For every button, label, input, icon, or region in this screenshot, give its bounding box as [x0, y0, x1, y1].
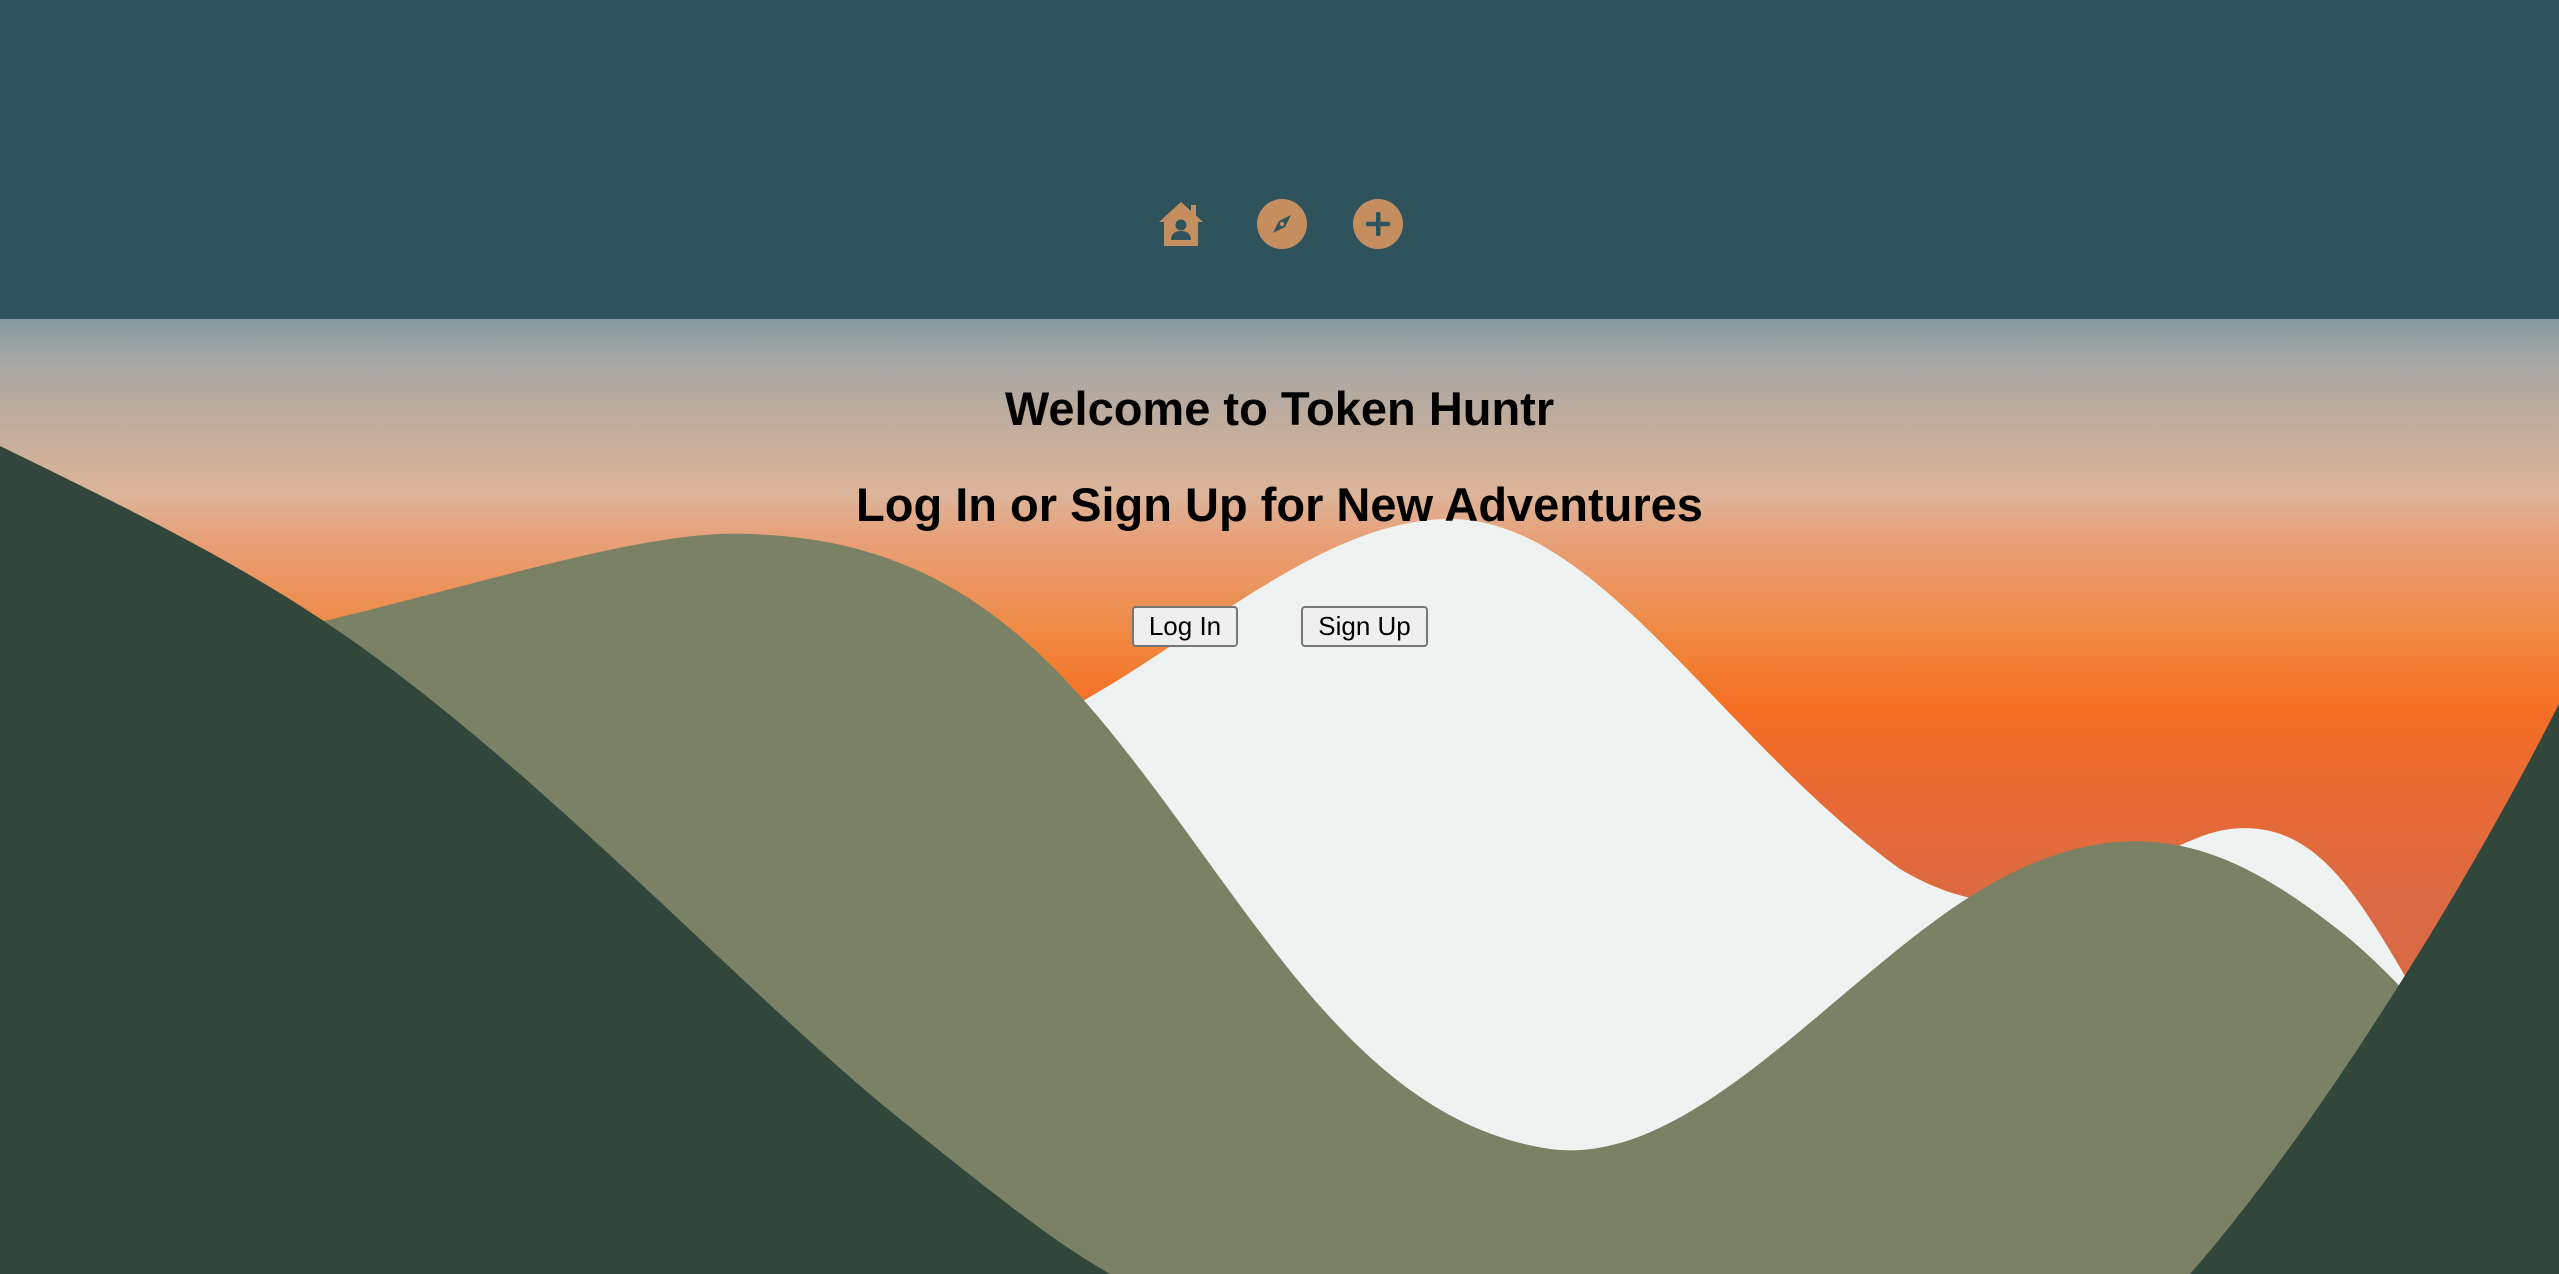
landing-page: Welcome to Token Huntr Log In or Sign Up…: [0, 0, 2559, 1274]
home-user-icon[interactable]: [1153, 196, 1209, 252]
landscape-background: [0, 319, 2559, 1274]
login-button[interactable]: Log In: [1132, 606, 1238, 647]
page-subtitle: Log In or Sign Up for New Adventures: [856, 478, 1703, 531]
top-nav: [0, 196, 2559, 256]
top-header: [0, 0, 2559, 319]
signup-button[interactable]: Sign Up: [1301, 606, 1428, 647]
plus-circle-icon[interactable]: [1350, 196, 1406, 252]
page-title: Welcome to Token Huntr: [1004, 382, 1555, 435]
compass-icon[interactable]: [1254, 196, 1310, 252]
